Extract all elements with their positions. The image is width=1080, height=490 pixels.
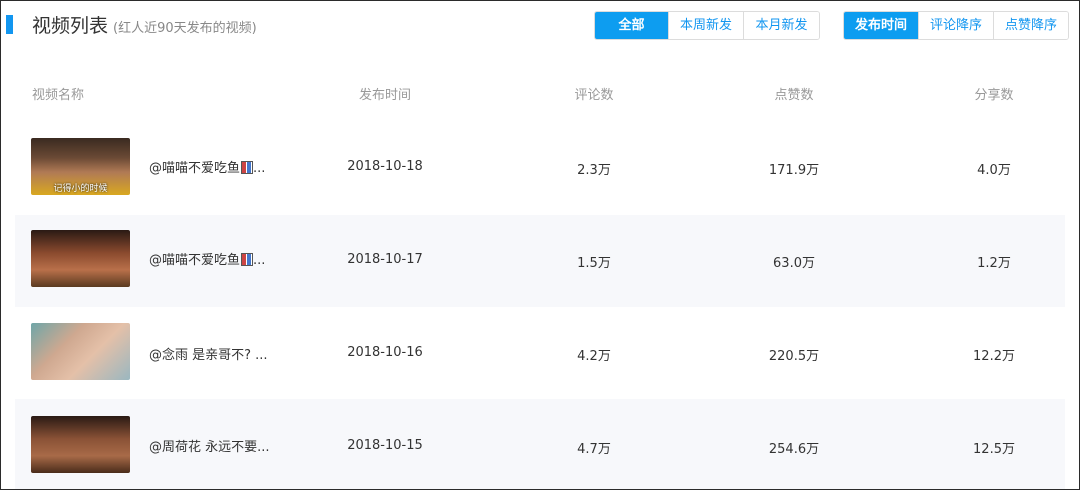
comment-count: 1.5万 (577, 256, 611, 271)
filter-button-group: 全部 本周新发 本月新发 (594, 11, 820, 40)
video-title[interactable]: @念雨 是亲哥不? ... (149, 344, 268, 363)
column-header-name: 视频名称 (32, 88, 85, 103)
filter-this-month-button[interactable]: 本月新发 (743, 12, 819, 39)
video-title[interactable]: @周荷花 永远不要... (149, 436, 270, 455)
video-thumbnail[interactable] (31, 323, 130, 380)
video-thumbnail[interactable] (31, 230, 130, 287)
column-header-shares: 分享数 (974, 88, 1014, 103)
page-subtitle: (红人近90天发布的视频) (113, 21, 257, 36)
page-title: 视频列表 (32, 15, 109, 37)
video-title[interactable]: @喵喵不爱吃鱼... (149, 157, 265, 176)
like-count: 171.9万 (768, 163, 820, 178)
publish-date: 2018-10-17 (347, 252, 423, 267)
table-row[interactable]: @周荷花 永远不要... 2018-10-15 4.7万 254.6万 12.5… (15, 399, 1065, 489)
publish-date: 2018-10-16 (347, 345, 423, 360)
table-header: 视频名称 发布时间 评论数 点赞数 分享数 (1, 77, 1079, 107)
column-header-likes: 点赞数 (774, 88, 814, 103)
video-title[interactable]: @喵喵不爱吃鱼... (149, 249, 265, 268)
like-count: 63.0万 (773, 256, 815, 271)
like-count: 220.5万 (768, 349, 820, 364)
publish-date: 2018-10-18 (347, 159, 423, 174)
phone-emoji-icon (241, 161, 254, 174)
column-header-date: 发布时间 (358, 88, 412, 103)
publish-date: 2018-10-15 (347, 438, 423, 453)
share-count: 12.5万 (973, 442, 1015, 457)
sort-button-group: 发布时间 评论降序 点赞降序 (843, 11, 1069, 40)
panel-header: 视频列表 (红人近90天发布的视频) 全部 本周新发 本月新发 发布时间 评论降… (1, 1, 1079, 47)
comment-count: 2.3万 (577, 163, 611, 178)
like-count: 254.6万 (768, 442, 820, 457)
filter-this-week-button[interactable]: 本周新发 (668, 12, 743, 39)
table-row[interactable]: @喵喵不爱吃鱼... 2018-10-17 1.5万 63.0万 1.2万 (15, 215, 1065, 307)
share-count: 1.2万 (977, 256, 1011, 271)
thumbnail-caption: 记得小的时候 (53, 184, 108, 194)
video-thumbnail[interactable] (31, 416, 130, 473)
share-count: 12.2万 (973, 349, 1015, 364)
table-row[interactable]: 记得小的时候 @喵喵不爱吃鱼... 2018-10-18 2.3万 171.9万… (15, 119, 1065, 211)
sort-by-time-button[interactable]: 发布时间 (844, 12, 918, 39)
video-thumbnail[interactable]: 记得小的时候 (31, 138, 130, 195)
column-header-comments: 评论数 (574, 88, 614, 103)
filter-all-button[interactable]: 全部 (595, 12, 668, 39)
sort-by-comments-button[interactable]: 评论降序 (918, 12, 993, 39)
sort-by-likes-button[interactable]: 点赞降序 (993, 12, 1068, 39)
table-row[interactable]: @念雨 是亲哥不? ... 2018-10-16 4.2万 220.5万 12.… (15, 307, 1065, 399)
phone-emoji-icon (241, 253, 254, 266)
title-accent-bar (6, 15, 13, 34)
video-list-panel: 视频列表 (红人近90天发布的视频) 全部 本周新发 本月新发 发布时间 评论降… (0, 0, 1080, 490)
comment-count: 4.7万 (577, 442, 611, 457)
comment-count: 4.2万 (577, 349, 611, 364)
share-count: 4.0万 (977, 163, 1011, 178)
